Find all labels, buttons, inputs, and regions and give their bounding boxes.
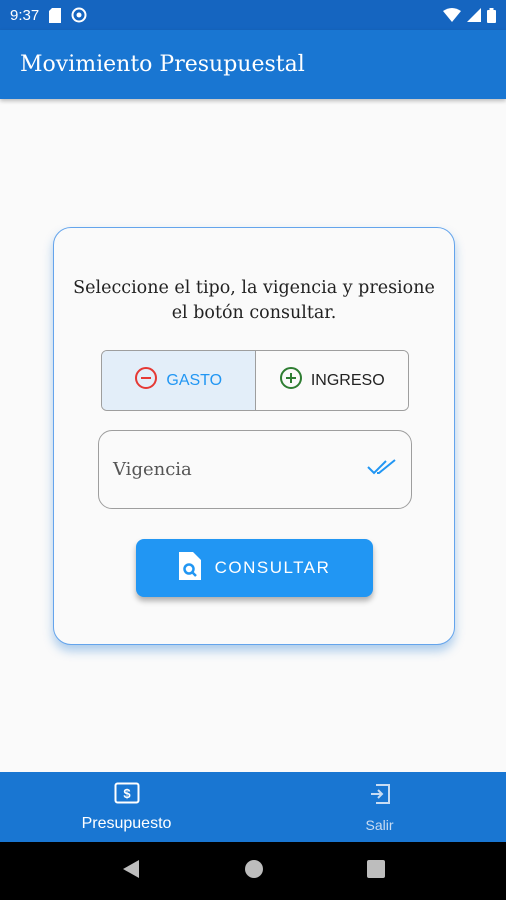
double-check-icon [367, 458, 397, 481]
ingreso-toggle-button[interactable]: INGRESO [254, 351, 408, 410]
system-nav-bar [0, 842, 506, 900]
back-icon[interactable] [121, 858, 141, 885]
gasto-label: GASTO [166, 371, 223, 389]
status-bar: 9:37 [0, 0, 506, 30]
gasto-toggle-button[interactable]: GASTO [102, 351, 255, 410]
nav-item-salir[interactable]: Salir [253, 772, 506, 842]
exit-icon [368, 782, 392, 811]
type-toggle: GASTO INGRESO [101, 350, 409, 411]
wifi-icon [443, 8, 461, 22]
minus-circle-icon [134, 366, 158, 395]
plus-circle-icon [279, 366, 303, 395]
consultar-label: CONSULTAR [214, 558, 331, 577]
recents-icon[interactable] [366, 859, 385, 883]
document-search-icon [178, 551, 201, 585]
money-icon: $ [114, 782, 140, 809]
home-icon[interactable] [244, 859, 264, 884]
battery-icon [487, 7, 496, 23]
sync-icon [71, 7, 87, 23]
app-bar: Movimiento Presupuestal [0, 30, 506, 99]
vigencia-field[interactable]: Vigencia [98, 430, 412, 509]
query-card: Seleccione el tipo, la vigencia y presio… [53, 227, 455, 645]
nav-label-salir: Salir [365, 816, 394, 833]
instructions-text: Seleccione el tipo, la vigencia y presio… [73, 278, 435, 323]
nav-label-presupuesto: Presupuesto [81, 814, 172, 832]
consultar-button[interactable]: CONSULTAR [136, 539, 373, 597]
ingreso-label: INGRESO [310, 371, 385, 389]
signal-icon [467, 8, 481, 22]
status-time: 9:37 [10, 6, 40, 24]
bottom-nav: $ Presupuesto Salir [0, 772, 506, 842]
sd-card-icon [49, 7, 62, 23]
svg-text:$: $ [123, 786, 131, 801]
nav-item-presupuesto[interactable]: $ Presupuesto [0, 772, 253, 842]
page-title: Movimiento Presupuestal [20, 52, 305, 77]
vigencia-label: Vigencia [113, 459, 192, 480]
